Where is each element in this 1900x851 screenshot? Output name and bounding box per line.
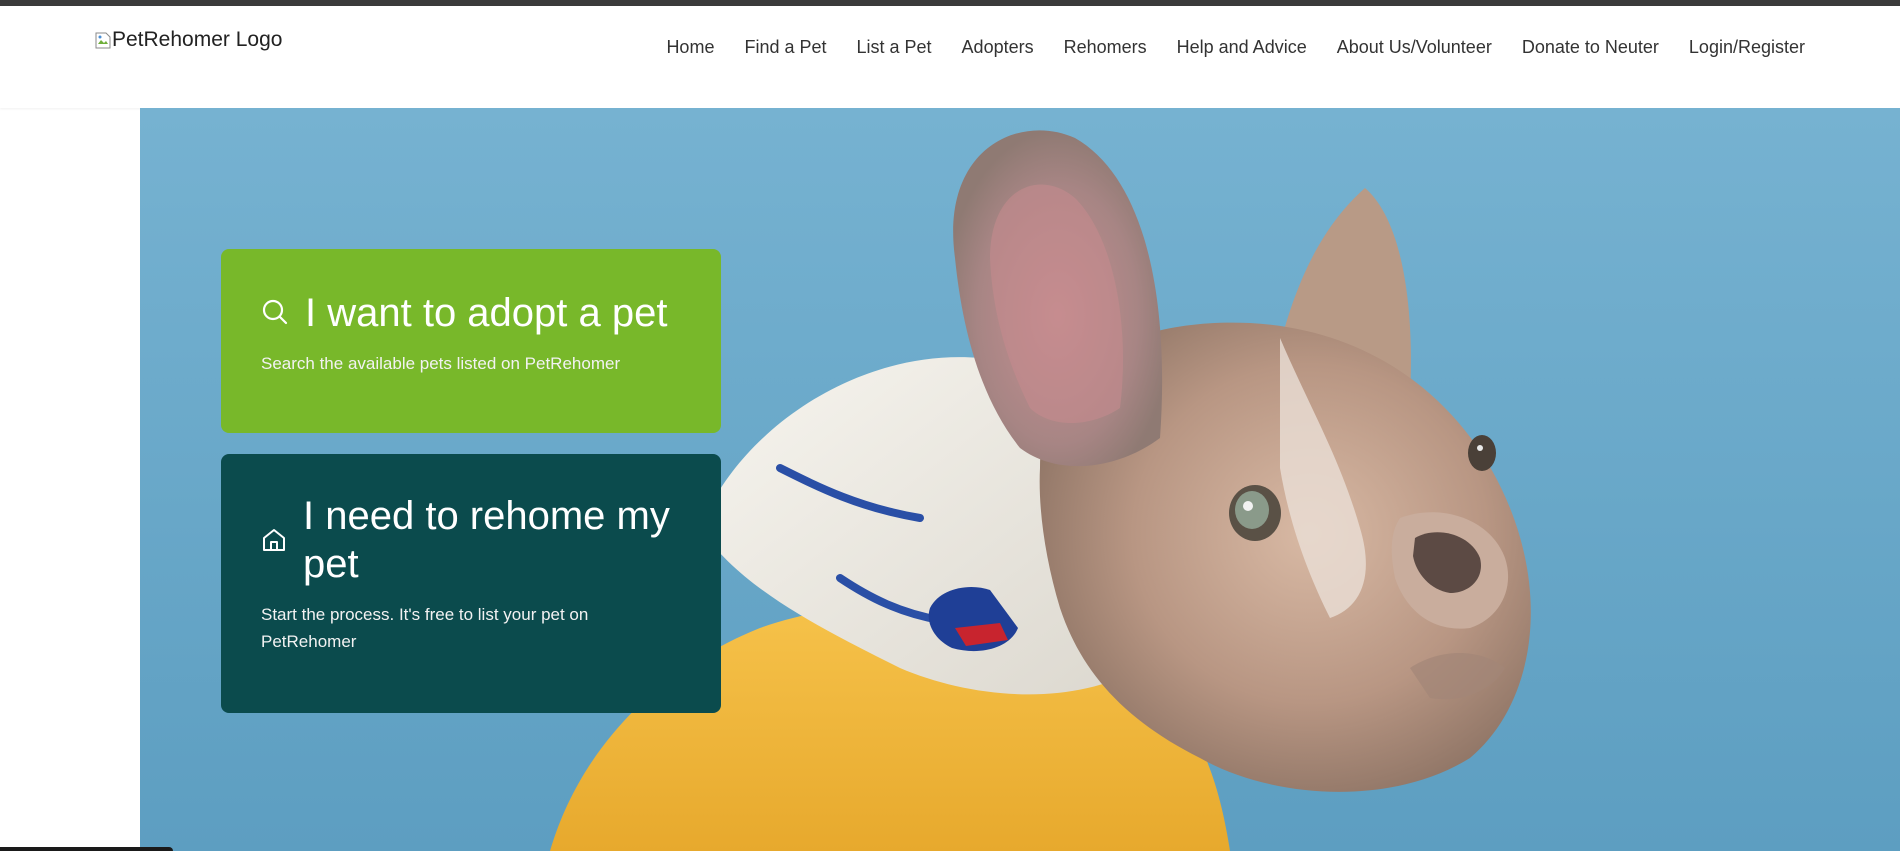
nav-about-us-volunteer[interactable]: About Us/Volunteer	[1337, 37, 1492, 58]
rehome-card-subtitle: Start the process. It's free to list you…	[261, 605, 589, 651]
nav-rehomers[interactable]: Rehomers	[1064, 37, 1147, 58]
main-nav: Home Find a Pet List a Pet Adopters Reho…	[666, 37, 1805, 58]
nav-login-register[interactable]: Login/Register	[1689, 37, 1805, 58]
adopt-a-pet-card[interactable]: I want to adopt a pet Search the availab…	[221, 249, 721, 433]
rehome-my-pet-card[interactable]: I need to rehome my pet Start the proces…	[221, 454, 721, 713]
hero-banner: I want to adopt a pet Search the availab…	[140, 108, 1900, 851]
search-icon	[261, 289, 289, 337]
rehome-card-title: I need to rehome my pet	[303, 494, 670, 586]
site-header: PetRehomer Logo Home Find a Pet List a P…	[0, 6, 1900, 108]
adopt-card-title: I want to adopt a pet	[305, 291, 668, 335]
nav-list-a-pet[interactable]: List a Pet	[857, 37, 932, 58]
adopt-card-subtitle: Search the available pets listed on PetR…	[261, 354, 621, 373]
home-icon	[261, 516, 287, 564]
logo-alt-text: PetRehomer Logo	[112, 28, 283, 51]
nav-help-and-advice[interactable]: Help and Advice	[1177, 37, 1307, 58]
bottom-scroll-indicator	[0, 847, 173, 851]
nav-donate-to-neuter[interactable]: Donate to Neuter	[1522, 37, 1659, 58]
site-logo[interactable]: PetRehomer Logo	[95, 28, 282, 52]
nav-home[interactable]: Home	[666, 37, 714, 58]
broken-image-icon	[95, 32, 111, 49]
nav-adopters[interactable]: Adopters	[962, 37, 1034, 58]
nav-find-a-pet[interactable]: Find a Pet	[744, 37, 826, 58]
